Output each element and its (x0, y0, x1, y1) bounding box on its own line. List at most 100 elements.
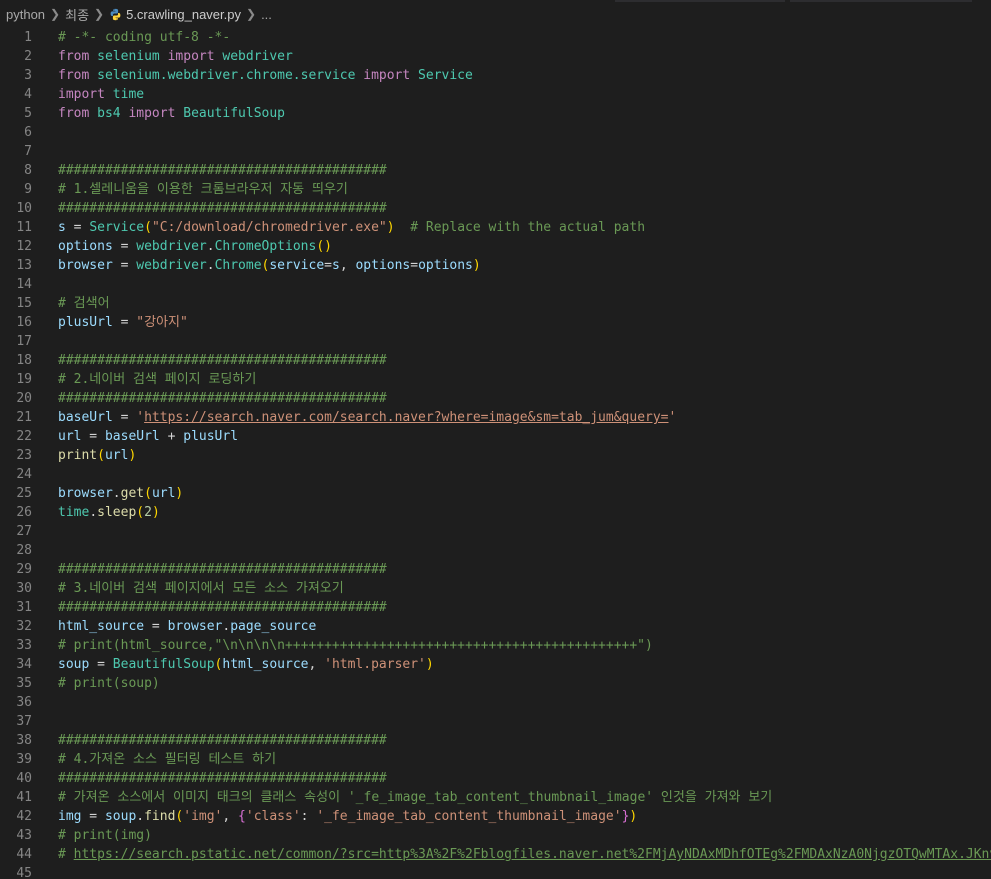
code-token: + (159, 429, 184, 444)
code-line[interactable]: 7 (0, 142, 991, 161)
code-text: url = baseUrl + plusUrl (58, 427, 238, 446)
code-line[interactable]: 2 from selenium import webdriver (0, 47, 991, 66)
code-token: url (151, 486, 176, 501)
code-line[interactable]: 45 (0, 864, 991, 879)
code-line[interactable]: 26 time.sleep(2) (0, 503, 991, 522)
code-line[interactable]: 36 (0, 693, 991, 712)
code-text: ########################################… (58, 560, 387, 579)
breadcrumb-symbols[interactable]: ... (261, 7, 272, 22)
line-number: 10 (16, 201, 32, 216)
code-line[interactable]: 39 # 4.가져온 소스 필터링 테스트 하기 (0, 750, 991, 769)
code-text: # 2.네이버 검색 페이지 로딩하기 (58, 370, 256, 389)
code-line[interactable]: 5 from bs4 import BeautifulSoup (0, 104, 991, 123)
line-number: 1 (24, 30, 32, 45)
code-line[interactable]: 13 browser = webdriver.Chrome(service=s, … (0, 256, 991, 275)
code-line[interactable]: 15 # 검색어 (0, 294, 991, 313)
code-line[interactable]: 22 url = baseUrl + plusUrl (0, 427, 991, 446)
breadcrumb-folder-python[interactable]: python (6, 7, 45, 22)
code-token: page_source (230, 619, 317, 634)
code-line[interactable]: 41 # 가져온 소스에서 이미지 태크의 클래스 속성이 '_fe_image_… (0, 788, 991, 807)
code-line[interactable]: 29 ######################################… (0, 560, 991, 579)
code-token: webdriver (222, 49, 293, 64)
line-number: 2 (24, 49, 32, 64)
code-token: , (222, 809, 239, 824)
code-line[interactable]: 24 (0, 465, 991, 484)
line-number: 29 (16, 562, 32, 577)
code-line[interactable]: 9 # 1.셀레니움을 이용한 크롬브라우저 자동 띄우기 (0, 180, 991, 199)
code-token: '_fe_image_tab_content_thumbnail_image' (316, 809, 622, 824)
breadcrumb-folder-final[interactable]: 최종 (65, 5, 89, 24)
code-token: ' (136, 410, 145, 425)
line-number: 37 (16, 714, 32, 729)
code-editor[interactable]: 1 # -*- coding utf-8 -*- 2 from selenium im… (0, 28, 991, 879)
code-line[interactable]: 11 s = Service("C:/download/chromedriver.… (0, 218, 991, 237)
code-token: # 3.네이버 검색 페이지에서 모든 소스 가져오기 (58, 581, 344, 596)
code-line[interactable]: 43 # print(img) (0, 826, 991, 845)
code-text: # print(soup) (58, 674, 160, 693)
code-token: = (410, 258, 419, 273)
code-line[interactable]: 35 # print(soup) (0, 674, 991, 693)
code-text: ########################################… (58, 199, 387, 218)
code-line[interactable]: 1 # -*- coding utf-8 -*- (0, 28, 991, 47)
code-token: = (112, 410, 137, 425)
code-token: soup (58, 657, 90, 672)
code-line[interactable]: 18 ######################################… (0, 351, 991, 370)
code-text: img = soup.find('img', {'class': '_fe_im… (58, 807, 637, 826)
code-line[interactable]: 42 img = soup.find('img', {'class': '_fe_… (0, 807, 991, 826)
code-line[interactable]: 4 import time (0, 85, 991, 104)
line-number: 5 (24, 106, 32, 121)
code-line[interactable]: 38 ######################################… (0, 731, 991, 750)
code-line[interactable]: 34 soup = BeautifulSoup(html_source, 'htm… (0, 655, 991, 674)
code-text: # 4.가져온 소스 필터링 테스트 하기 (58, 750, 276, 769)
code-token: img (58, 809, 82, 824)
code-line[interactable]: 32 html_source = browser.page_source (0, 617, 991, 636)
code-line[interactable]: 6 (0, 123, 991, 142)
line-number: 24 (16, 467, 32, 482)
code-line[interactable]: 44 # https://search.pstatic.net/common/?s… (0, 845, 991, 864)
code-line[interactable]: 20 ######################################… (0, 389, 991, 408)
code-token: BeautifulSoup (112, 657, 215, 672)
code-line[interactable]: 37 (0, 712, 991, 731)
line-number: 34 (16, 657, 32, 672)
code-line[interactable]: 8 #######################################… (0, 161, 991, 180)
code-line[interactable]: 30 # 3.네이버 검색 페이지에서 모든 소스 가져오기 (0, 579, 991, 598)
code-line[interactable]: 28 (0, 541, 991, 560)
code-line[interactable]: 19 # 2.네이버 검색 페이지 로딩하기 (0, 370, 991, 389)
code-line[interactable]: 17 (0, 332, 991, 351)
line-number: 39 (16, 752, 32, 767)
code-line[interactable]: 31 ######################################… (0, 598, 991, 617)
code-token: import (167, 49, 215, 64)
code-token: ) (175, 486, 184, 501)
code-token: "C:/download/chromedriver.exe" (151, 220, 387, 235)
code-token: plusUrl (58, 315, 113, 330)
code-line[interactable]: 23 print(url) (0, 446, 991, 465)
code-line[interactable]: 14 (0, 275, 991, 294)
code-line[interactable]: 33 # print(html_source,"\n\n\n\n+++++++++… (0, 636, 991, 655)
code-token: print (58, 448, 98, 463)
code-line[interactable]: 16 plusUrl = "강아지" (0, 313, 991, 332)
line-number: 30 (16, 581, 32, 596)
line-number: 38 (16, 733, 32, 748)
code-line[interactable]: 10 ######################################… (0, 199, 991, 218)
code-token: ) (128, 448, 137, 463)
line-number: 42 (16, 809, 32, 824)
breadcrumb-file[interactable]: 5.crawling_naver.py (126, 7, 241, 22)
code-token: = (112, 239, 137, 254)
code-line[interactable]: 21 baseUrl = 'https://search.naver.com/se… (0, 408, 991, 427)
code-text: # https://search.pstatic.net/common/?src… (58, 845, 991, 864)
code-token: # print(html_source,"\n\n\n\n+++++++++++… (58, 638, 653, 653)
code-token: ) (386, 220, 395, 235)
code-line[interactable]: 25 browser.get(url) (0, 484, 991, 503)
line-number: 40 (16, 771, 32, 786)
code-token: Service (418, 68, 473, 83)
code-line[interactable]: 3 from selenium.webdriver.chrome.service … (0, 66, 991, 85)
code-line[interactable]: 40 ######################################… (0, 769, 991, 788)
code-token: plusUrl (183, 429, 239, 444)
chevron-right-icon: ❯ (246, 7, 257, 21)
code-line[interactable]: 27 (0, 522, 991, 541)
code-text: # -*- coding utf-8 -*- (58, 28, 230, 47)
line-number: 17 (16, 334, 32, 349)
code-line[interactable]: 12 options = webdriver.ChromeOptions() (0, 237, 991, 256)
